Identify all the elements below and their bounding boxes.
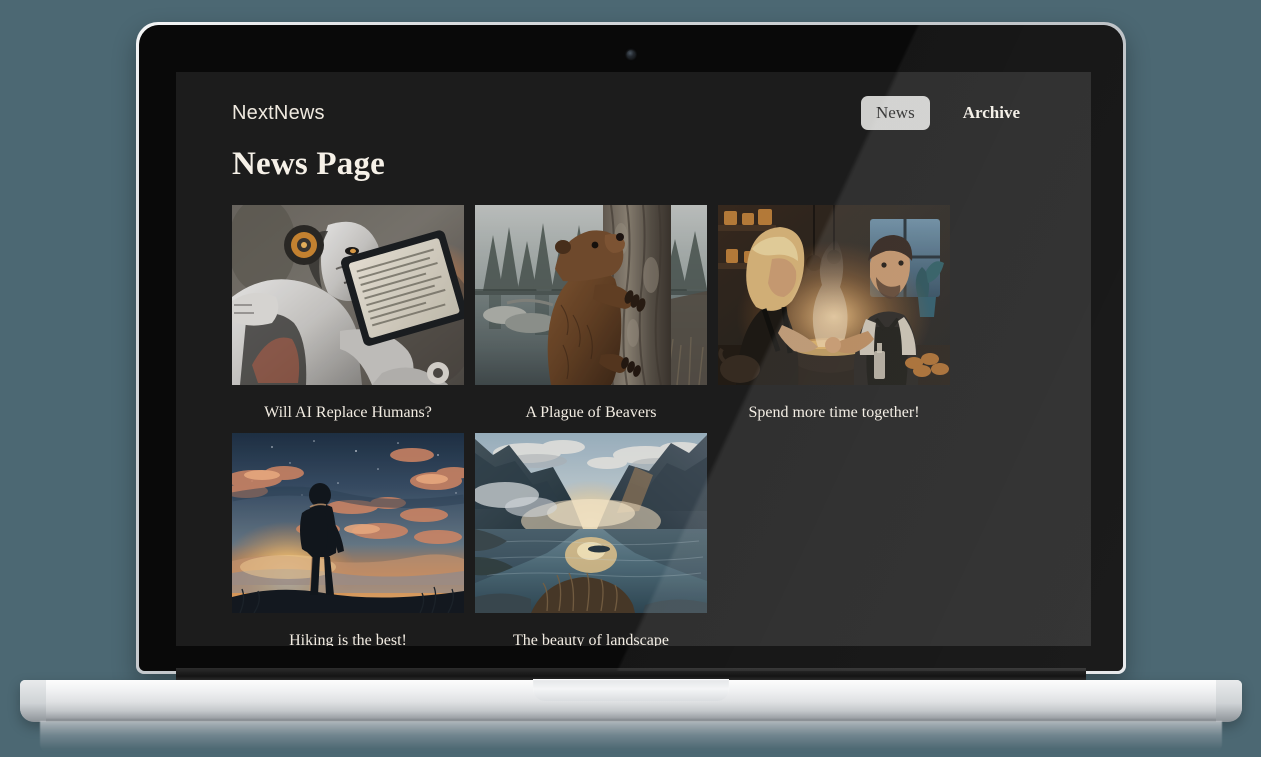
nav-item-archive[interactable]: Archive (948, 96, 1035, 130)
navbar: NextNews News Archive (176, 72, 1091, 132)
article-card[interactable]: Spend more time together! (718, 205, 950, 422)
site-logo[interactable]: NextNews (232, 102, 325, 125)
laptop-lid: NextNews News Archive News Page Will AI … (136, 22, 1126, 674)
article-card[interactable]: Hiking is the best! (232, 433, 464, 646)
article-title[interactable]: Hiking is the best! (289, 631, 407, 646)
page-title: News Page (232, 146, 386, 182)
laptop-reflection (40, 721, 1222, 753)
base-edge-left (20, 680, 46, 722)
article-title[interactable]: Spend more time together! (748, 403, 919, 422)
article-card[interactable]: A Plague of Beavers (475, 205, 707, 422)
laptop-mockup: NextNews News Archive News Page Will AI … (0, 0, 1261, 757)
beaver-tree-image[interactable] (475, 205, 707, 385)
laptop-lid-inner: NextNews News Archive News Page Will AI … (139, 25, 1123, 671)
screen-bezel: NextNews News Archive News Page Will AI … (139, 25, 1123, 671)
article-card[interactable]: The beauty of landscape (475, 433, 707, 646)
base-latch-notch (533, 679, 729, 701)
article-title[interactable]: Will AI Replace Humans? (264, 403, 432, 422)
article-title[interactable]: A Plague of Beavers (525, 403, 656, 422)
news-page: NextNews News Archive News Page Will AI … (176, 72, 1091, 646)
article-card[interactable]: Will AI Replace Humans? (232, 205, 464, 422)
hiker-sunset-image[interactable] (232, 433, 464, 614)
webcam-icon (626, 50, 636, 59)
base-edge-right (1216, 680, 1242, 722)
screen: NextNews News Archive News Page Will AI … (176, 72, 1091, 646)
article-title[interactable]: The beauty of landscape (513, 631, 669, 646)
article-grid: Will AI Replace Humans? A Plague of Beav… (176, 183, 1091, 646)
nav-item-news[interactable]: News (860, 96, 930, 130)
couple-cooking-image[interactable] (718, 205, 950, 385)
robot-reading-image[interactable] (232, 205, 464, 385)
mountain-lake-image[interactable] (475, 433, 707, 614)
nav-links: News Archive (860, 96, 1035, 130)
laptop-base (20, 679, 1242, 722)
